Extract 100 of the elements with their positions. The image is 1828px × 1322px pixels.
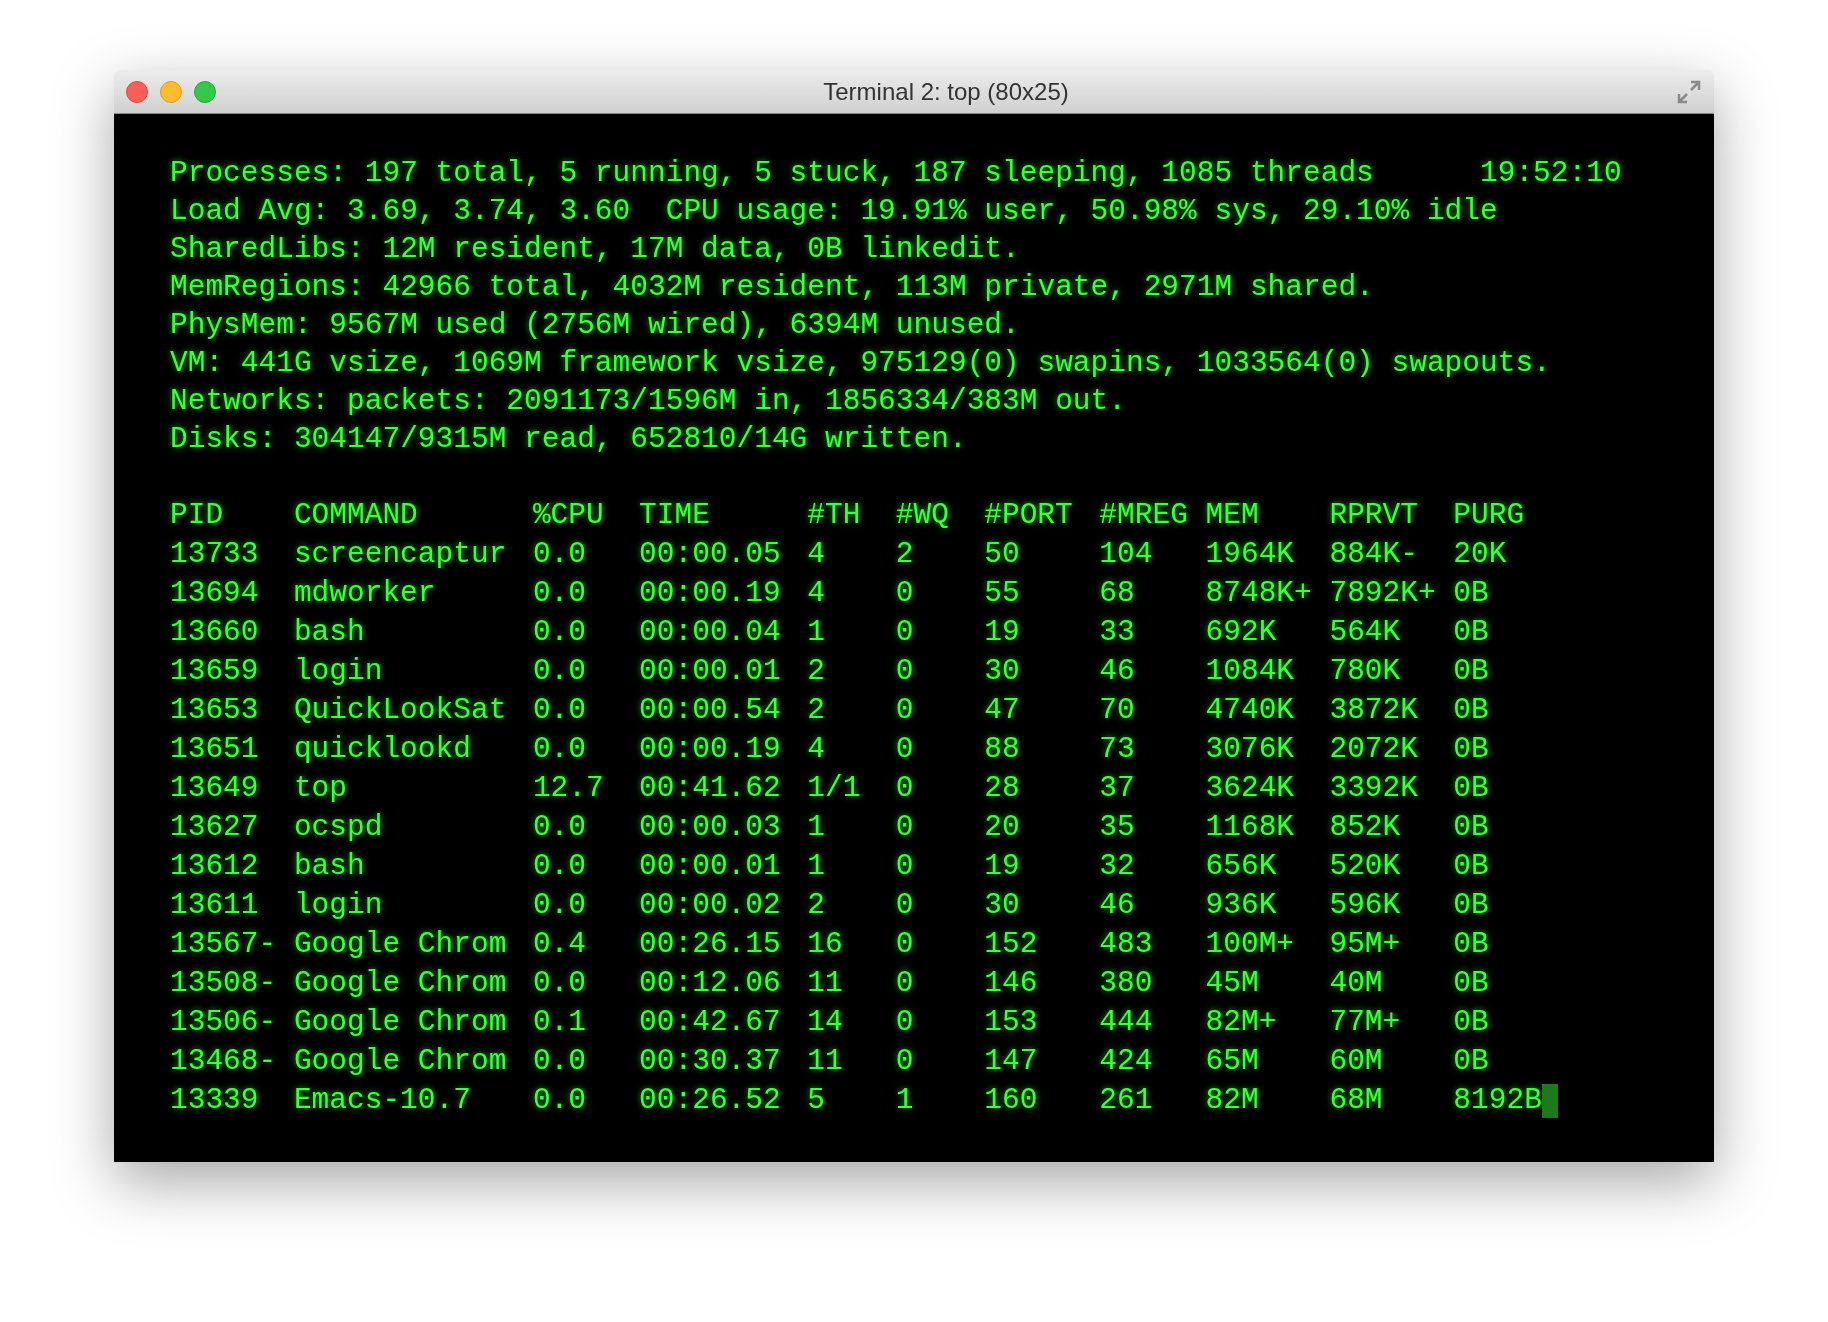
table-cell-text: 7892K+ bbox=[1329, 575, 1437, 612]
table-cell-text: ocspd bbox=[293, 809, 384, 846]
table-cell-text: 3076K bbox=[1205, 731, 1296, 768]
summary-line: VM: 441G vsize, 1069M framework vsize, 975129(0) swapins, 1033564(0) swapouts. bbox=[170, 345, 1551, 382]
table-cell-text: 780K bbox=[1329, 653, 1402, 690]
table-cell-text: 13660 bbox=[170, 614, 260, 651]
table-cell-text: 0 bbox=[895, 926, 915, 963]
table-cell-text: 0 bbox=[895, 692, 915, 729]
table-cell-text: 483 bbox=[1099, 926, 1154, 963]
table-cell-text: top bbox=[293, 770, 348, 807]
table-cell-text: 0B bbox=[1453, 770, 1490, 807]
table-cell-text: login bbox=[293, 653, 384, 690]
table-cell-text: 656K bbox=[1205, 848, 1278, 885]
table-cell-text: 2072K bbox=[1329, 731, 1419, 768]
table-cell-text: 14 bbox=[807, 1004, 844, 1041]
table-cell-text: 1 bbox=[895, 1082, 915, 1119]
table-cell-text: 13653 bbox=[170, 692, 260, 729]
summary-line: PhysMem: 9567M used (2756M wired), 6394M unused. bbox=[170, 307, 1020, 344]
table-cell-text: 0B bbox=[1453, 887, 1490, 924]
table-cell-text: 00:00.54 bbox=[639, 692, 782, 729]
table-cell-text: 0.4 bbox=[532, 926, 587, 963]
table-cell-text: 00:00.05 bbox=[639, 536, 782, 573]
table-cell-text: 13508- bbox=[170, 965, 278, 1002]
table-cell-text: 00:00.02 bbox=[639, 887, 782, 924]
table-cell-text: 0.0 bbox=[532, 809, 587, 846]
summary-line: Load Avg: 3.69, 3.74, 3.60 CPU usage: 19.91% user, 50.98% sys, 29.10% idle bbox=[170, 193, 1498, 230]
table-cell-text: 5 bbox=[807, 1082, 826, 1119]
table-cell-text: 261 bbox=[1099, 1082, 1154, 1119]
table-cell-text: 32 bbox=[1099, 848, 1136, 885]
summary-line: Networks: packets: 2091173/1596M in, 1856334/383M out. bbox=[170, 383, 1126, 420]
table-cell-text: quicklookd bbox=[293, 731, 472, 768]
table-cell-text: 82M bbox=[1205, 1082, 1260, 1119]
table-cell-text: 692K bbox=[1205, 614, 1278, 651]
table-cell-text: 0.0 bbox=[532, 1043, 587, 1080]
table-cell-text: 380 bbox=[1099, 965, 1154, 1002]
column-header: #PORT bbox=[984, 497, 1074, 534]
table-cell-text: 70 bbox=[1099, 692, 1136, 729]
table-cell-text: 3392K bbox=[1329, 770, 1419, 807]
table-cell-text: 0 bbox=[895, 1004, 915, 1041]
column-header: TIME bbox=[639, 497, 711, 534]
table-cell-text: 0 bbox=[895, 887, 915, 924]
column-header: RPRVT bbox=[1329, 497, 1419, 534]
table-cell-text: 146 bbox=[984, 965, 1039, 1002]
table-cell-text: 0 bbox=[895, 770, 915, 807]
table-cell-text: 00:00.03 bbox=[639, 809, 782, 846]
summary-line: Disks: 304147/9315M read, 652810/14G written. bbox=[170, 421, 967, 458]
table-cell-text: 13694 bbox=[170, 575, 260, 612]
table-cell-text: 0B bbox=[1453, 926, 1490, 963]
table-cell-text: 4740K bbox=[1205, 692, 1296, 729]
table-cell-text: 33 bbox=[1099, 614, 1136, 651]
table-cell-text: 13651 bbox=[170, 731, 260, 768]
table-cell-text: 1168K bbox=[1205, 809, 1296, 846]
table-cell-text: Google Chrom bbox=[293, 1043, 508, 1080]
table-cell-text: 0 bbox=[895, 848, 915, 885]
table-cell-text: 0B bbox=[1453, 731, 1490, 768]
table-cell-text: 20 bbox=[984, 809, 1021, 846]
table-cell-text: 1 bbox=[807, 848, 826, 885]
table-cell-text: 0B bbox=[1453, 809, 1490, 846]
table-cell-text: 4 bbox=[807, 536, 826, 573]
column-header: PURG bbox=[1453, 497, 1526, 534]
table-cell-text: 13567- bbox=[170, 926, 278, 963]
table-cell-text: 0 bbox=[895, 731, 915, 768]
table-cell-text: screencaptur bbox=[293, 536, 508, 573]
table-cell-text: 00:30.37 bbox=[639, 1043, 782, 1080]
table-cell-text: 00:41.62 bbox=[639, 770, 782, 807]
table-cell-text: Emacs-10.7 bbox=[293, 1082, 472, 1119]
table-cell-text: 564K bbox=[1329, 614, 1402, 651]
table-cell-text: 40M bbox=[1329, 965, 1384, 1002]
table-cell-text: 0.0 bbox=[532, 887, 587, 924]
column-header: COMMAND bbox=[293, 497, 419, 534]
table-cell-text: 82M+ bbox=[1205, 1004, 1278, 1041]
table-cell-text: 13506- bbox=[170, 1004, 278, 1041]
table-cell-text: 11 bbox=[807, 965, 844, 1002]
zoom-button[interactable] bbox=[194, 80, 216, 103]
table-cell-text: 4 bbox=[807, 575, 826, 612]
table-cell-text: 520K bbox=[1329, 848, 1402, 885]
table-cell-text: 65M bbox=[1205, 1043, 1260, 1080]
table-cell-text: 00:12.06 bbox=[639, 965, 782, 1002]
table-cell-text: 68M bbox=[1329, 1082, 1384, 1119]
table-cell-text: 19 bbox=[984, 614, 1021, 651]
table-cell-text: 13339 bbox=[170, 1082, 260, 1119]
minimize-button[interactable] bbox=[160, 80, 182, 103]
table-cell-text: Google Chrom bbox=[293, 1004, 508, 1041]
table-cell-text: 0.0 bbox=[532, 575, 587, 612]
table-cell-text: 13612 bbox=[170, 848, 260, 885]
table-cell-text: 0B bbox=[1453, 575, 1490, 612]
table-cell-text: 13649 bbox=[170, 770, 260, 807]
table-cell-text: 0 bbox=[895, 614, 915, 651]
table-cell-text: 884K- bbox=[1329, 536, 1419, 573]
close-button[interactable] bbox=[126, 80, 148, 103]
table-cell-text: 30 bbox=[984, 653, 1021, 690]
summary-line: SharedLibs: 12M resident, 17M data, 0B linkedit. bbox=[170, 231, 1020, 268]
table-cell-text: 00:00.19 bbox=[639, 575, 782, 612]
column-header: #WQ bbox=[895, 497, 950, 534]
table-cell-text: 596K bbox=[1329, 887, 1402, 924]
table-cell-text: 1084K bbox=[1205, 653, 1296, 690]
table-cell-text: 77M+ bbox=[1329, 1004, 1402, 1041]
table-cell-text: bash bbox=[293, 614, 366, 651]
table-cell-text: 47 bbox=[984, 692, 1021, 729]
fullscreen-icon[interactable] bbox=[1676, 78, 1702, 105]
